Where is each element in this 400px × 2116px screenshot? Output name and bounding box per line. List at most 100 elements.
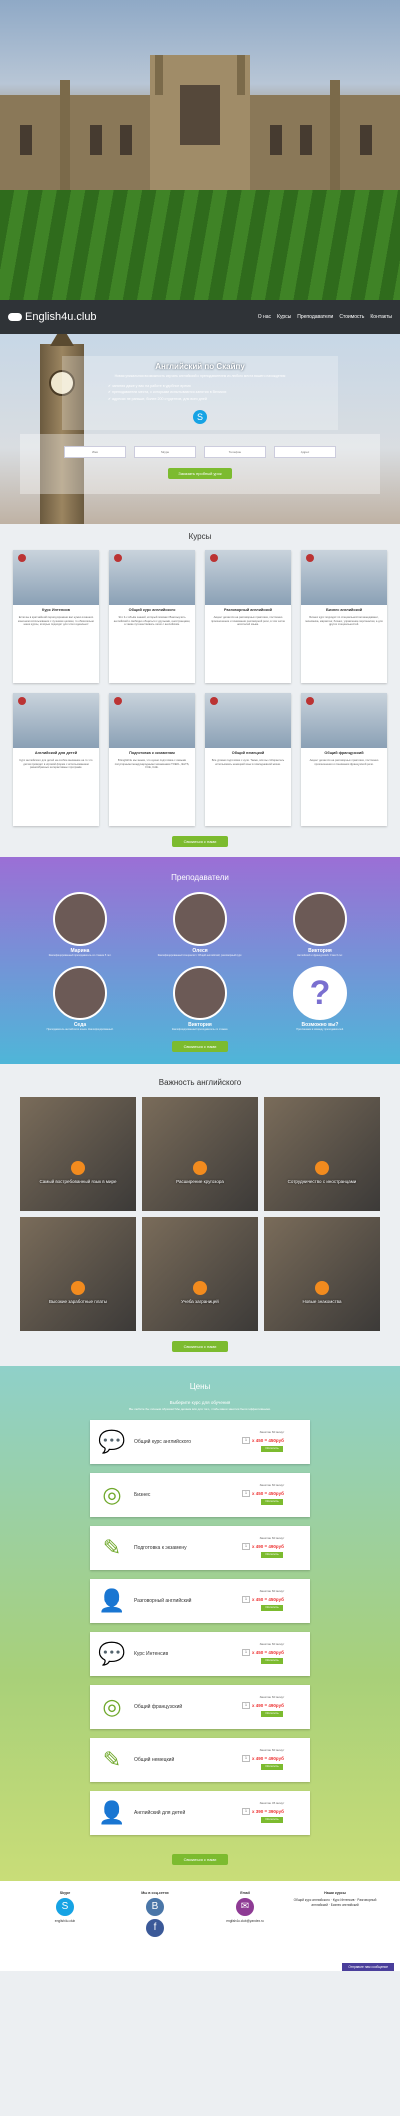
address-input[interactable] (274, 446, 336, 458)
menu-contacts[interactable]: Контакты (370, 314, 392, 321)
course-card[interactable]: Курс Интенсив Если вы в кратчайший период… (13, 550, 99, 684)
intro-bullets: занятия даже у вас на работе в удобное в… (108, 384, 292, 402)
name-input[interactable] (64, 446, 126, 458)
footer-email: Email ✉ english4u.club@yandex.ru (226, 1890, 264, 1924)
importance-title: Важность английского (158, 1078, 242, 1088)
avatar (53, 891, 107, 946)
course-photo (205, 550, 291, 606)
chat-widget[interactable]: Отправьте нам сообщение (342, 1962, 394, 1971)
quantity-field[interactable]: 1 (242, 1437, 250, 1445)
vk-icon[interactable]: В (146, 1898, 164, 1917)
contact-button[interactable]: Связаться с нами (171, 1041, 229, 1053)
quantity-field[interactable]: 1 (242, 1808, 250, 1816)
menu-prices[interactable]: Стоимость (339, 314, 364, 321)
prices-description: Вы любите бы личным образом! Мы делаем в… (129, 1406, 271, 1411)
course-photo (13, 550, 99, 606)
question-mark-icon: ? (293, 965, 347, 1020)
teacher-card: Виктория Английский и французский. Стаж 6… (260, 891, 380, 958)
pay-button[interactable]: Оплатить (261, 1658, 283, 1665)
prices-section: Цены Выберите курс для обучения Вы любит… (0, 1365, 400, 1881)
quantity-field[interactable]: 1 (242, 1543, 250, 1551)
course-card[interactable]: Общий французский Акцент делается на разг… (301, 693, 387, 827)
uk-flag-icon (210, 554, 218, 563)
pay-button[interactable]: Оплатить (261, 1605, 283, 1612)
importance-tile: Расширение кругозора (142, 1096, 258, 1211)
target-icon: ◎ (102, 1481, 122, 1507)
teacher-card: ? Возможно вы? Приглашаем в команду препод… (260, 965, 380, 1032)
contact-button[interactable]: Связаться с нами (171, 1340, 229, 1352)
germany-flag-icon (210, 697, 218, 706)
course-card[interactable]: Общий курс английского Это 3-х объём знан… (109, 550, 195, 684)
facebook-icon[interactable]: f (146, 1919, 164, 1938)
course-photo (109, 550, 195, 606)
speech-bubble-icon: 💬 (98, 1640, 126, 1666)
footer-skype: Skype Senglish4u.club (54, 1890, 76, 1924)
people-icon (315, 1280, 329, 1295)
money-icon (71, 1280, 85, 1295)
quantity-field[interactable]: 1 (242, 1596, 250, 1604)
course-photo (205, 693, 291, 749)
pay-button[interactable]: Оплатить (261, 1499, 283, 1506)
course-card[interactable]: Разговорный английский Акцент делается на… (205, 550, 291, 684)
quantity-field[interactable]: 1 (242, 1490, 250, 1498)
logo[interactable]: English4u.club (8, 310, 97, 324)
courses-grid: Курс Интенсив Если вы в кратчайший период… (0, 550, 400, 827)
phone-input[interactable] (204, 446, 266, 458)
intro-section: Английский по Скайпу Новая уникальная во… (0, 334, 400, 524)
menu-courses[interactable]: Курсы (277, 314, 291, 321)
contact-button[interactable]: Связаться с нами (171, 1853, 229, 1865)
pay-button[interactable]: Оплатить (261, 1552, 283, 1559)
email-icon[interactable]: ✉ (236, 1898, 254, 1917)
course-photo (109, 693, 195, 749)
quantity-field[interactable]: 1 (242, 1755, 250, 1763)
importance-tile: Высокие заработные платы (20, 1216, 136, 1331)
course-card[interactable]: Английский для детей Курс английского для… (13, 693, 99, 827)
teacher-card: Марина Квалифицированный преподаватель со… (20, 891, 140, 958)
pay-button[interactable]: Оплатить (261, 1764, 283, 1771)
price-list: 💬 Общий курс английского Занятие 60 минут 1… (90, 1419, 310, 1835)
teachers-grid: Марина Квалифицированный преподаватель со… (20, 891, 380, 1032)
price-row: 💬 Общий курс английского Занятие 60 минут 1… (90, 1419, 310, 1464)
teacher-card: Олеся Квалифицированный специалист. Общий… (140, 891, 260, 958)
top-nav: English4u.club О нас Курсы Преподаватели… (0, 300, 400, 334)
skype-icon[interactable]: S (56, 1898, 74, 1917)
handshake-icon (315, 1160, 329, 1175)
course-photo (301, 550, 387, 606)
avatar (293, 891, 347, 946)
quantity-field[interactable]: 1 (242, 1649, 250, 1657)
skype-icon: S (193, 409, 207, 424)
presenter-icon: 👤 (98, 1799, 126, 1825)
price-row: 👤 Разговорный английский Занятие 60 минут 1… (90, 1578, 310, 1623)
trial-lesson-button[interactable]: Заказать пробный урок (168, 468, 232, 479)
book-icon (193, 1160, 207, 1175)
courses-title: Курсы (188, 532, 212, 541)
pay-button[interactable]: Оплатить (261, 1711, 283, 1718)
menu-teachers[interactable]: Преподаватели (297, 314, 333, 321)
course-photo (13, 693, 99, 749)
france-flag-icon (306, 697, 314, 706)
uk-flag-icon (306, 554, 314, 563)
course-card[interactable]: Подготовка к экзаменам В English4u мы зна… (109, 693, 195, 827)
pay-button[interactable]: Оплатить (261, 1817, 283, 1824)
menu-about[interactable]: О нас (258, 314, 271, 321)
course-card[interactable]: Бизнес английский Бизнес курс подходит по… (301, 550, 387, 684)
uk-flag-icon (114, 554, 122, 563)
contact-button[interactable]: Связаться с нами (171, 836, 229, 848)
lawn (0, 190, 400, 300)
importance-grid: Самый востребованный язык в мире Расшире… (0, 1096, 400, 1331)
intro-subtitle: Новая уникальная возможность изучать анг… (114, 374, 286, 379)
teachers-section: Преподаватели Марина Квалифицированный пр… (0, 857, 400, 1065)
pay-button[interactable]: Оплатить (261, 1446, 283, 1453)
quantity-field[interactable]: 1 (242, 1702, 250, 1710)
footer-social: Мы в соц.сетях Вf (110, 1891, 200, 1961)
course-card[interactable]: Общий немецкий Все уровни подготовки с ну… (205, 693, 291, 827)
skype-input[interactable] (134, 446, 196, 458)
uk-flag-icon (114, 697, 122, 706)
avatar (173, 891, 227, 946)
hero-banner (0, 0, 400, 300)
uk-flag-icon (18, 554, 26, 563)
intro-box: Английский по Скайпу Новая уникальная во… (62, 356, 338, 430)
main-menu: О нас Курсы Преподаватели Стоимость Конт… (258, 314, 392, 321)
price-row: ◎ Общий французский Занятие 60 минут 1 x 490… (90, 1684, 310, 1729)
price-row: ✎ Подготовка к экзамену Занятие 60 минут 1 x… (90, 1525, 310, 1570)
